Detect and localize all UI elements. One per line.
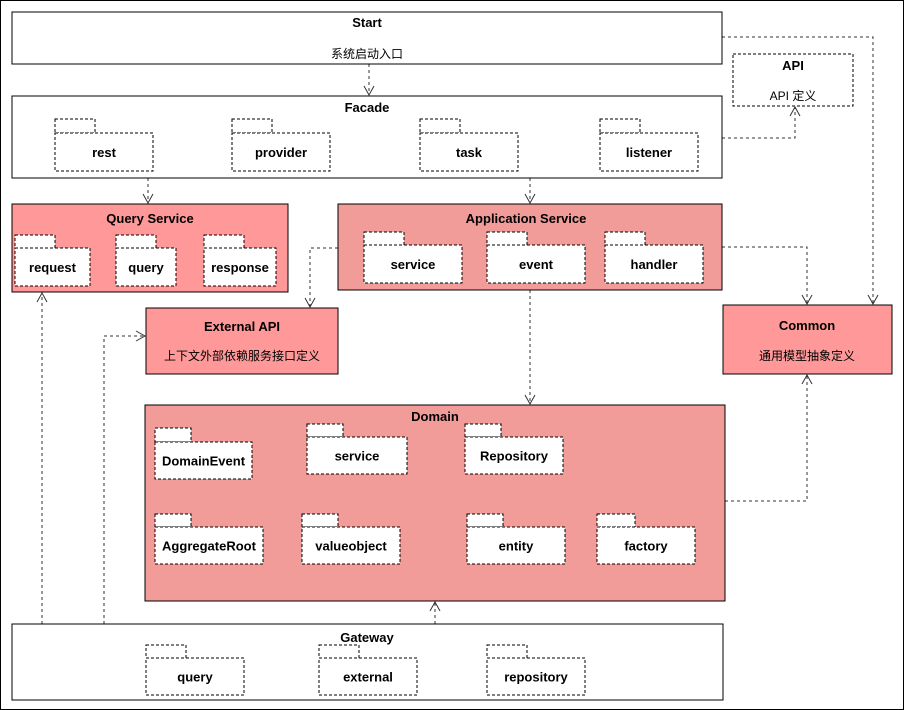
package-label: repository: [504, 670, 568, 685]
package-label: entity: [499, 539, 534, 554]
package-tab: [145, 644, 187, 659]
package-label: task: [456, 145, 483, 160]
package-tab: [363, 231, 405, 246]
start-title: Start: [352, 15, 382, 30]
package-label: AggregateRoot: [162, 539, 257, 554]
gateway-title: Gateway: [340, 630, 394, 645]
package-tab: [54, 118, 96, 134]
query-service-title: Query Service: [106, 211, 193, 226]
api-title: API: [782, 58, 804, 73]
package-tab: [596, 513, 636, 528]
package-tab: [486, 231, 528, 246]
external-api-subtitle: 上下文外部依赖服务接口定义: [164, 348, 320, 363]
domain-title: Domain: [411, 409, 459, 424]
external-api-title: External API: [204, 319, 280, 334]
package-tab: [231, 118, 273, 134]
common-title: Common: [779, 318, 835, 333]
package-label: Repository: [480, 449, 549, 464]
architecture-diagram: Start 系统启动入口 API API 定义 Facade Query Ser…: [0, 0, 904, 710]
package-tab: [318, 644, 360, 659]
package-label: DomainEvent: [162, 454, 246, 469]
api-subtitle: API 定义: [770, 88, 817, 103]
package-tab: [306, 423, 344, 438]
package-tab: [115, 234, 157, 249]
domain-node[interactable]: Domain: [144, 404, 726, 602]
package-label: factory: [624, 539, 668, 554]
package-tab: [464, 423, 502, 438]
package-tab: [466, 513, 504, 528]
package-label: external: [343, 670, 393, 685]
package-label: service: [391, 257, 436, 272]
package-label: provider: [255, 145, 307, 160]
common-node[interactable]: Common 通用模型抽象定义: [722, 304, 893, 375]
package-tab: [486, 644, 528, 659]
package-label: event: [519, 257, 554, 272]
package-label: request: [29, 260, 77, 275]
package-label: service: [335, 449, 380, 464]
package-tab: [154, 427, 192, 443]
facade-title: Facade: [345, 100, 390, 115]
package-tab: [301, 513, 339, 528]
common-subtitle: 通用模型抽象定义: [759, 348, 855, 363]
package-label: listener: [626, 145, 672, 160]
package-label: query: [177, 670, 213, 685]
external-api-node[interactable]: External API 上下文外部依赖服务接口定义: [145, 307, 339, 375]
application-service-title: Application Service: [466, 211, 587, 226]
package-label: handler: [631, 257, 678, 272]
package-label: valueobject: [315, 539, 387, 554]
package-label: query: [128, 260, 164, 275]
start-subtitle: 系统启动入口: [331, 47, 403, 61]
start-node[interactable]: Start 系统启动入口: [11, 11, 723, 65]
package-tab: [599, 118, 641, 134]
package-tab: [203, 234, 245, 249]
package-tab: [14, 234, 56, 249]
package-tab: [419, 118, 461, 134]
package-tab: [154, 513, 192, 528]
package-label: response: [211, 260, 269, 275]
package-tab: [604, 231, 646, 246]
package-label: rest: [92, 145, 117, 160]
api-node[interactable]: API API 定义: [732, 53, 854, 107]
